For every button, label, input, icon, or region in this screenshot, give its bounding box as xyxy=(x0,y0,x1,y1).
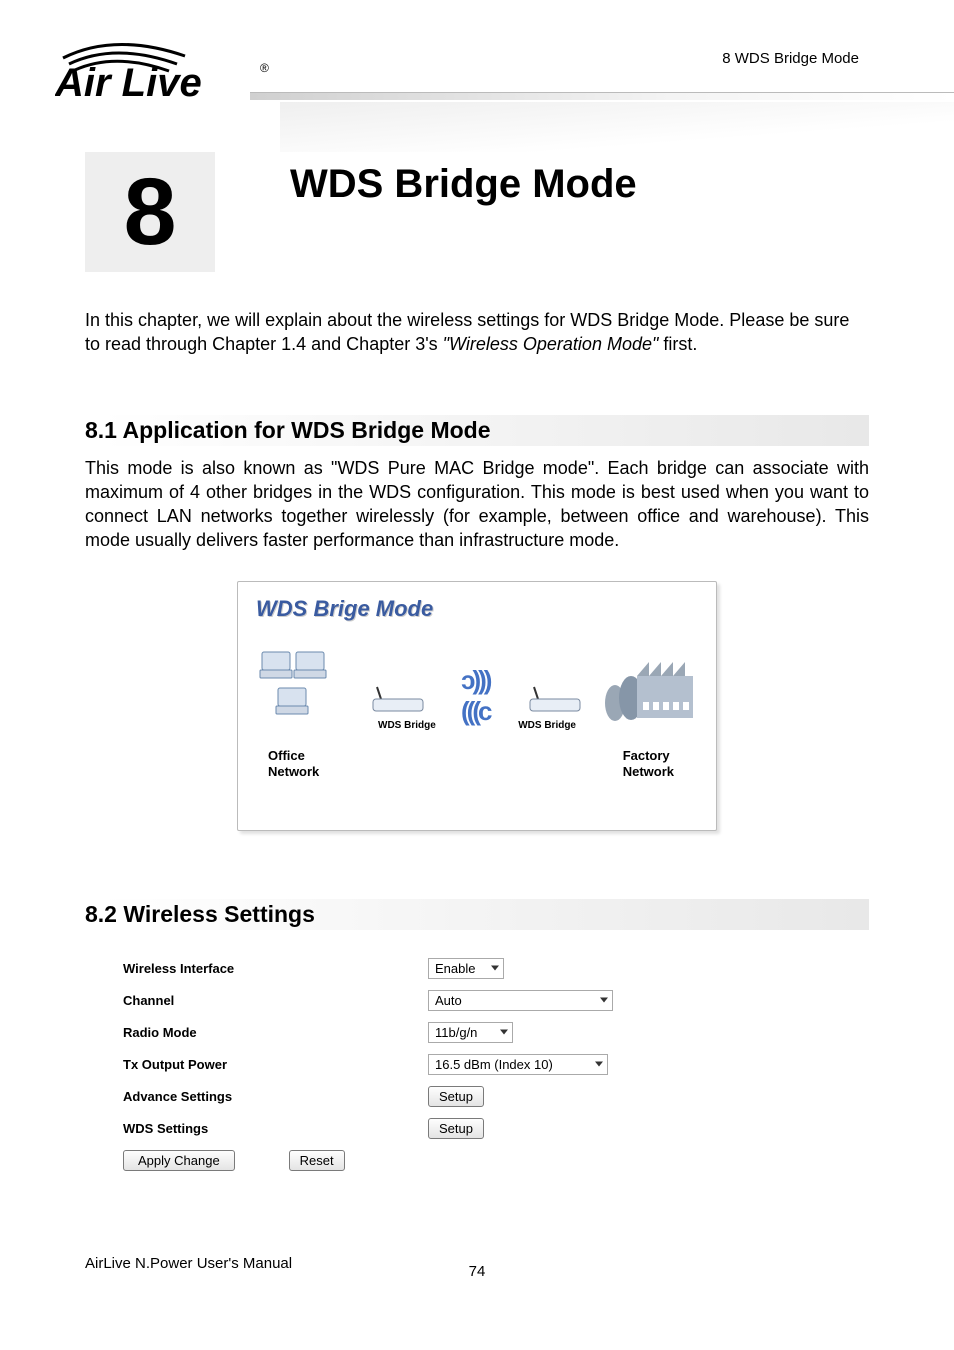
office-network-label: OfficeNetwork xyxy=(268,748,319,781)
wds-bridge-left-icon xyxy=(371,685,426,720)
footer-page-number: 74 xyxy=(469,1263,486,1280)
intro-text-suffix: first. xyxy=(658,334,697,354)
footer-manual-name: AirLive N.Power User's Manual xyxy=(85,1255,292,1272)
wds-bridge-left-label: WDS Bridge xyxy=(378,720,436,731)
chapter-number: 8 xyxy=(124,158,177,267)
chevron-down-icon xyxy=(500,1030,508,1035)
wireless-settings-panel: Wireless Interface Enable Channel Auto R… xyxy=(123,958,819,1171)
tx-output-power-label: Tx Output Power xyxy=(123,1057,428,1072)
wds-settings-setup-button[interactable]: Setup xyxy=(428,1118,484,1139)
svg-text:®: ® xyxy=(260,61,269,75)
radio-mode-select[interactable]: 11b/g/n xyxy=(428,1022,513,1043)
airlive-logo-icon: Air Live ® xyxy=(55,34,275,104)
header-divider xyxy=(250,92,954,100)
header-chapter-ref: 8 WDS Bridge Mode xyxy=(722,50,859,67)
factory-network-icon xyxy=(601,648,696,728)
radio-mode-label: Radio Mode xyxy=(123,1025,428,1040)
wireless-interface-label: Wireless Interface xyxy=(123,961,428,976)
wifi-signal-icon: ɔ))) (((c xyxy=(461,680,521,712)
channel-label: Channel xyxy=(123,993,428,1008)
wds-settings-label: WDS Settings xyxy=(123,1121,428,1136)
header-shadow xyxy=(280,102,954,152)
wds-bridge-right-icon xyxy=(528,685,583,720)
svg-text:Air Live: Air Live xyxy=(55,61,202,104)
chevron-down-icon xyxy=(600,998,608,1003)
advance-settings-label: Advance Settings xyxy=(123,1089,428,1104)
tx-output-power-select[interactable]: 16.5 dBm (Index 10) xyxy=(428,1054,608,1075)
diagram-container: WDS Brige Mode xyxy=(85,581,869,831)
section-8-1-heading: 8.1 Application for WDS Bridge Mode xyxy=(85,415,869,446)
channel-select[interactable]: Auto xyxy=(428,990,613,1011)
chapter-title: WDS Bridge Mode xyxy=(290,162,637,207)
chevron-down-icon xyxy=(595,1062,603,1067)
section-8-2-heading: 8.2 Wireless Settings xyxy=(85,899,869,930)
chapter-number-box: 8 xyxy=(85,152,215,272)
intro-paragraph: In this chapter, we will explain about t… xyxy=(85,308,869,357)
advance-settings-setup-button[interactable]: Setup xyxy=(428,1086,484,1107)
apply-change-button[interactable]: Apply Change xyxy=(123,1150,235,1171)
intro-italic: "Wireless Operation Mode" xyxy=(443,334,659,354)
office-network-icon xyxy=(258,648,328,728)
page-footer: AirLive N.Power User's Manual 74 xyxy=(85,1255,869,1272)
wds-bridge-diagram: WDS Brige Mode xyxy=(237,581,717,831)
section-8-1-para: This mode is also known as "WDS Pure MAC… xyxy=(85,456,869,553)
wireless-interface-select[interactable]: Enable xyxy=(428,958,504,979)
factory-network-label: FactoryNetwork xyxy=(623,748,674,781)
page-header: Air Live ® 8 WDS Bridge Mode xyxy=(0,0,954,120)
wds-bridge-right-label: WDS Bridge xyxy=(518,720,576,731)
diagram-title: WDS Brige Mode xyxy=(256,596,698,622)
chevron-down-icon xyxy=(491,966,499,971)
brand-logo: Air Live ® xyxy=(55,34,275,109)
chapter-heading-block: 8 WDS Bridge Mode xyxy=(85,152,869,272)
reset-button[interactable]: Reset xyxy=(289,1150,345,1171)
